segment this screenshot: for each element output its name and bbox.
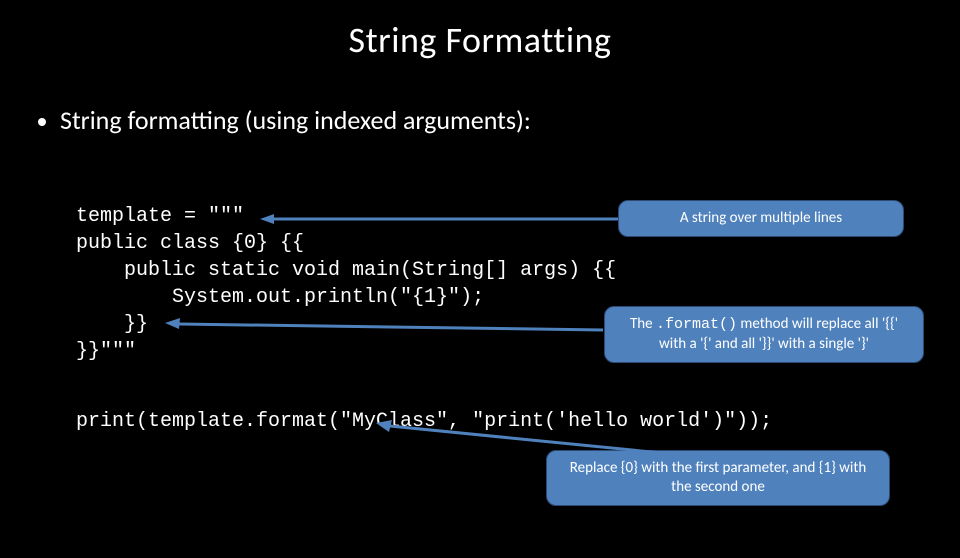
callout-text: A string over multiple lines <box>680 209 842 227</box>
code-line: System.out.println("{1}"); <box>76 286 484 309</box>
slide-title: String Formatting <box>0 18 960 62</box>
bullet-item: String formatting (using indexed argumen… <box>38 104 960 136</box>
bullet-text: String formatting (using indexed argumen… <box>60 104 531 136</box>
code-line: }} <box>76 313 148 336</box>
callout-format-escape: The .format() method will replace all '{… <box>604 306 924 363</box>
bullet-dot-icon <box>38 118 46 126</box>
callout-multiline-string: A string over multiple lines <box>618 200 904 237</box>
code-block: template = """ public class {0} {{ publi… <box>76 203 616 365</box>
code-line: template = """ <box>76 205 244 228</box>
arrow-icon <box>165 318 605 338</box>
callout-text-mono: .format() <box>656 316 737 333</box>
arrow-icon <box>260 214 620 224</box>
callout-text: Replace {0} with the first parameter, an… <box>570 459 867 496</box>
code-line: public class {0} {{ <box>76 232 304 255</box>
code-line: public static void main(String[] args) {… <box>76 259 616 282</box>
code-line: }}""" <box>76 340 136 363</box>
callout-indexed-params: Replace {0} with the first parameter, an… <box>546 450 890 506</box>
arrow-icon <box>376 422 676 458</box>
callout-text-pre: The <box>630 315 656 333</box>
